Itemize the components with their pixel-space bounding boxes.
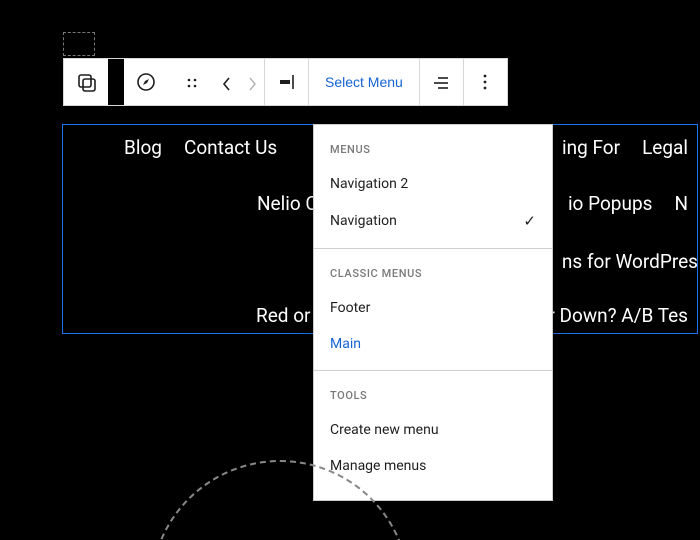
- drag-handle-button[interactable]: [168, 59, 212, 105]
- create-new-menu[interactable]: Create new menu: [314, 412, 552, 448]
- select-menu-label: Select Menu: [325, 74, 403, 90]
- chevron-left-icon: [217, 73, 235, 91]
- move-down-button: [238, 59, 264, 105]
- classic-menu-option[interactable]: Footer: [314, 290, 552, 326]
- move-up-button[interactable]: [212, 59, 238, 105]
- list-icon: [430, 71, 452, 93]
- block-toolbar: Select Menu: [63, 58, 508, 106]
- dropdown-section-label: MENUS: [314, 125, 552, 166]
- check-icon: ✓: [523, 212, 536, 230]
- drag-icon: [182, 73, 200, 91]
- dropdown-section-label: CLASSIC MENUS: [314, 249, 552, 290]
- menu-option[interactable]: Navigation 2: [314, 166, 552, 202]
- block-outline-handle[interactable]: [63, 32, 95, 56]
- stack-icon: [75, 71, 97, 93]
- justify-button[interactable]: [264, 59, 308, 105]
- compass-icon: [135, 71, 157, 93]
- classic-menu-option[interactable]: Main: [314, 326, 552, 362]
- menu-option-label: Navigation 2: [330, 176, 408, 192]
- navigation-block-button[interactable]: [124, 59, 168, 105]
- menu-option-label: Footer: [330, 300, 370, 316]
- toolbar-gap: [108, 59, 124, 105]
- menu-option-label: Create new menu: [330, 422, 439, 438]
- dropdown-section-label: TOOLS: [314, 371, 552, 412]
- align-right-icon: [276, 71, 298, 93]
- menu-option-label: Manage menus: [330, 458, 426, 474]
- more-options-button[interactable]: [463, 59, 507, 105]
- chevron-right-icon: [243, 73, 261, 91]
- menu-option-label: Main: [330, 336, 361, 352]
- list-view-button[interactable]: [419, 59, 463, 105]
- parent-block-button[interactable]: [64, 59, 108, 105]
- select-menu-dropdown: MENUS Navigation 2 Navigation ✓ CLASSIC …: [313, 124, 553, 501]
- menu-option-label: Navigation: [330, 213, 397, 229]
- menu-option-selected[interactable]: Navigation ✓: [314, 202, 552, 240]
- select-menu-button[interactable]: Select Menu: [308, 59, 419, 105]
- kebab-icon: [474, 71, 496, 93]
- manage-menus[interactable]: Manage menus: [314, 448, 552, 484]
